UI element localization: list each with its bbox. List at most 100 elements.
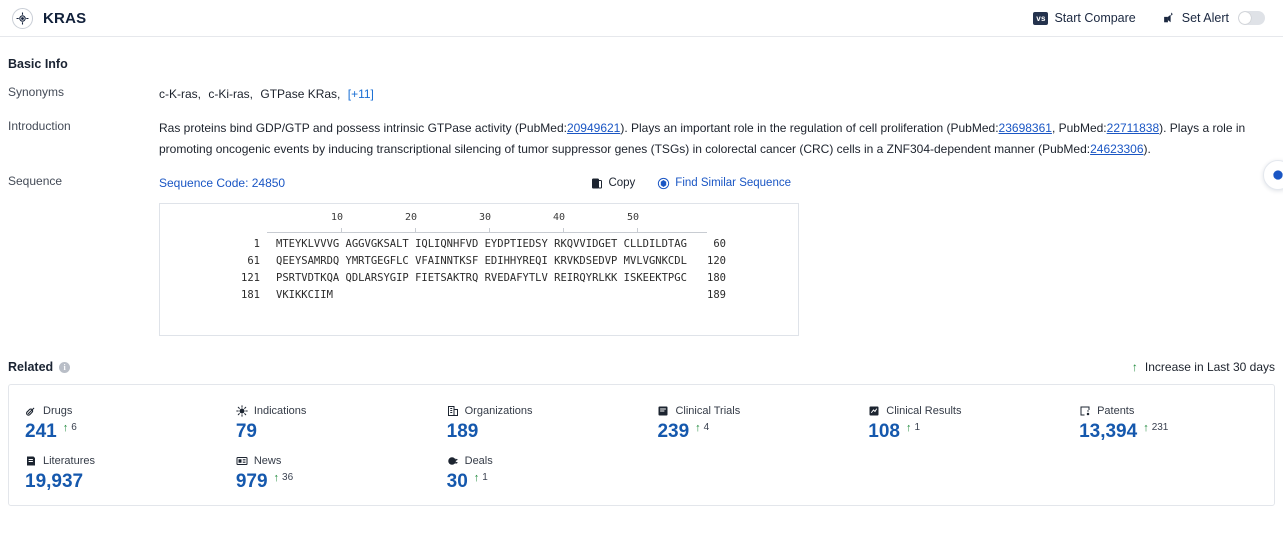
card-label: Organizations [464,405,533,417]
related-card-drugs[interactable]: Drugs 241 ↑ 6 [9,399,220,449]
copy-icon [591,177,603,190]
related-cards: Drugs 241 ↑ 6 Indications 79 Organizatio… [8,384,1275,506]
card-delta: ↑ 1 [906,422,920,434]
related-card-patents[interactable]: Patents 13,394 ↑ 231 [1063,399,1274,449]
card-value: 79 [235,421,257,442]
synonyms-more-link[interactable]: [+11] [348,87,374,101]
card-label: Deals [464,455,493,467]
card-value: 979 [235,471,268,492]
ruler-tick-label: 40 [552,212,566,223]
increase-legend: ↑ Increase in Last 30 days [1132,360,1275,374]
card-label: Clinical Trials [675,405,741,417]
card-delta: ↑ 4 [695,422,709,434]
related-title: Related [8,360,54,374]
card-delta: ↑ 231 [1143,422,1168,434]
increase-legend-label: Increase in Last 30 days [1144,360,1275,374]
pubmed-link[interactable]: 23698361 [999,121,1052,135]
start-compare-button[interactable]: vs Start Compare [1033,11,1136,25]
card-header: Literatures [25,455,220,467]
card-header: Patents [1079,405,1274,417]
card-label: Patents [1097,405,1135,417]
page-content: Basic Info Synonyms c-K-ras, c-Ki-ras, G… [0,57,1283,506]
news-icon [236,455,248,467]
arrow-up-icon: ↑ [905,422,912,434]
card-value: 108 [868,421,900,442]
basic-info-title: Basic Info [8,57,68,71]
card-header: Indications [236,405,431,417]
sequence-end-index: 189 [707,289,726,301]
related-card-clinical-trials[interactable]: Clinical Trials 239 ↑ 4 [641,399,852,449]
app-header: KRAS vs Start Compare Set Alert [0,0,1283,37]
related-card-literatures[interactable]: Literatures 19,937 [9,449,220,499]
card-value: 19,937 [25,471,84,492]
card-value: 241 [25,421,57,442]
virus-icon [236,405,248,417]
related-card-clinical-results[interactable]: Clinical Results 108 ↑ 1 [852,399,1063,449]
clipboard-icon [657,405,669,417]
card-value-row: 30 ↑ 1 [447,472,642,491]
introduction-text: Ras proteins bind GDP/GTP and possess in… [159,118,1275,160]
synonyms-label: Synonyms [8,85,65,99]
set-alert-control[interactable]: Set Alert [1162,11,1265,25]
similar-sequence-icon [657,177,670,190]
intro-part: ). [1143,142,1151,156]
card-label: Literatures [43,455,95,467]
brand: KRAS [12,7,87,29]
building-icon [447,405,459,417]
intro-part: , PubMed: [1051,121,1107,135]
card-header: Deals [447,455,642,467]
sequence-toolbar: Sequence Code: 24850 Copy Find Similar S… [159,173,1275,194]
synonym-item: GTPase KRas, [260,87,341,101]
alert-bell-icon [1162,12,1176,25]
sequence-start-index: 181 [241,289,260,301]
intro-part: Ras proteins bind GDP/GTP and possess in… [159,121,567,135]
copy-button[interactable]: Copy [591,173,635,194]
sequence-row: Sequence Sequence Code: 24850 Copy Find … [8,173,1275,336]
card-value: 13,394 [1079,421,1138,442]
results-icon [868,405,880,417]
card-label: Clinical Results [886,405,962,417]
sequence-actions: Copy Find Similar Sequence [591,173,1275,194]
card-header: Drugs [25,405,220,417]
sequence-line: 181 VKIKKCIIM 189 [160,287,798,304]
card-header: News [236,455,431,467]
related-header: Related i ↑ Increase in Last 30 days [8,360,1275,374]
related-card-organizations[interactable]: Organizations 189 [431,399,642,449]
card-label: News [253,455,282,467]
card-delta-value: 4 [703,422,710,433]
card-header: Clinical Trials [657,405,852,417]
set-alert-toggle[interactable] [1238,11,1265,25]
deal-icon [447,455,459,467]
related-card-news[interactable]: News 979 ↑ 36 [220,449,431,499]
card-delta-value: 231 [1151,422,1169,433]
sequence-residues: VKIKKCIIM [276,289,333,301]
ruler-tick-label: 20 [404,212,418,223]
synonyms-value: c-K-ras, c-Ki-ras, GTPase KRas, [+11] [159,84,1275,105]
synonym-item: c-Ki-ras, [208,87,254,101]
patent-icon [1079,405,1091,417]
arrow-up-icon: ↑ [1143,422,1149,434]
card-delta-value: 36 [282,472,294,483]
pubmed-link[interactable]: 24623306 [1090,142,1143,156]
card-value-row: 19,937 [25,472,220,491]
ruler-line [267,232,707,233]
card-value-row: 79 [236,422,431,441]
ruler-tick-label: 10 [330,212,344,223]
pubmed-link[interactable]: 22711838 [1107,121,1160,135]
arrow-up-icon: ↑ [62,422,69,434]
page-title: KRAS [43,9,87,27]
card-value-row: 979 ↑ 36 [236,472,431,491]
card-header: Organizations [447,405,642,417]
related-card-deals[interactable]: Deals 30 ↑ 1 [431,449,642,499]
basic-info-heading: Basic Info [8,57,1275,71]
card-label: Drugs [43,405,73,417]
related-card-indications[interactable]: Indications 79 [220,399,431,449]
info-icon[interactable]: i [59,361,71,373]
find-similar-sequence-button[interactable]: Find Similar Sequence [657,173,791,194]
book-icon [25,455,37,467]
card-delta: ↑ 1 [474,472,488,484]
sequence-code[interactable]: Sequence Code: 24850 [159,173,285,194]
related-heading: Related i [8,360,71,374]
card-value: 30 [446,471,468,492]
pubmed-link[interactable]: 20949621 [567,121,620,135]
